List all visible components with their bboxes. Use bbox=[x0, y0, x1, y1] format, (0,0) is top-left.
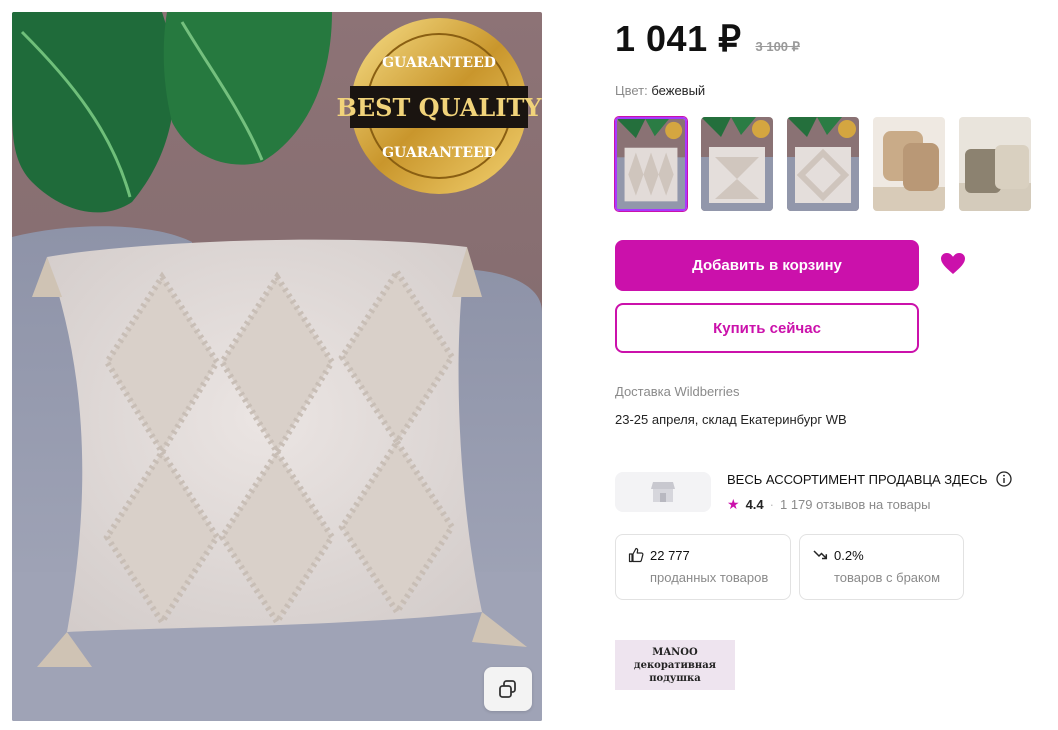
seller-rating-value: 4.4 bbox=[745, 497, 764, 512]
pillow-photo: BEST QUALITY GUARANTEED GUARANTEED bbox=[12, 12, 542, 721]
current-price: 1 041 ₽ bbox=[615, 18, 742, 59]
seller-title: ВЕСЬ АССОРТИМЕНТ ПРОДАВЦА ЗДЕСЬ bbox=[727, 471, 988, 487]
seller-link[interactable]: ВЕСЬ АССОРТИМЕНТ ПРОДАВЦА ЗДЕСЬ bbox=[727, 471, 1012, 487]
svg-text:BEST QUALITY: BEST QUALITY bbox=[337, 93, 542, 122]
brand-line-1: MANOO bbox=[652, 646, 698, 658]
delivery-info: 23-25 апреля, склад Екатеринбург WB bbox=[615, 412, 847, 427]
buy-now-button[interactable]: Купить сейчас bbox=[615, 303, 919, 353]
seller-reviews[interactable]: 1 179 отзывов на товары bbox=[780, 497, 930, 512]
seller-logo[interactable] bbox=[615, 472, 711, 512]
shop-icon bbox=[651, 482, 675, 502]
svg-text:GUARANTEED: GUARANTEED bbox=[382, 145, 496, 161]
trend-down-icon bbox=[813, 550, 828, 560]
product-main-image[interactable]: BEST QUALITY GUARANTEED GUARANTEED bbox=[12, 12, 542, 721]
seller-rating: ★ 4.4 · 1 179 отзывов на товары bbox=[727, 496, 930, 513]
variant-thumbnail-3[interactable] bbox=[787, 117, 859, 211]
color-label: Цвет: bbox=[615, 83, 648, 98]
svg-text:GUARANTEED: GUARANTEED bbox=[382, 55, 496, 71]
variant-thumbnails bbox=[614, 116, 1031, 212]
sold-stat-card: 22 777 проданных товаров bbox=[615, 534, 791, 600]
variant-thumbnail-2[interactable] bbox=[701, 117, 773, 211]
old-price: 3 100 ₽ bbox=[755, 39, 800, 54]
thumbs-up-icon bbox=[628, 547, 644, 563]
delivery-title: Доставка Wildberries bbox=[615, 384, 740, 399]
brand-badge[interactable]: MANOO декоративная подушка bbox=[615, 640, 735, 690]
copy-icon bbox=[499, 680, 516, 698]
price-block: 1 041 ₽ 3 100 ₽ bbox=[615, 18, 800, 60]
info-icon[interactable] bbox=[995, 471, 1012, 487]
variant-thumbnail-1[interactable] bbox=[614, 116, 688, 212]
copy-image-button[interactable] bbox=[484, 667, 532, 711]
color-selection: Цвет: бежевый bbox=[615, 83, 705, 98]
star-icon: ★ bbox=[727, 496, 740, 512]
sold-label: проданных товаров bbox=[650, 570, 769, 585]
defect-stat-card: 0.2% товаров с браком bbox=[799, 534, 964, 600]
defect-rate: 0.2% bbox=[834, 547, 864, 563]
color-value: бежевый bbox=[651, 83, 706, 98]
add-to-favorites-button[interactable] bbox=[940, 252, 966, 276]
brand-line-2: декоративная bbox=[633, 659, 717, 671]
brand-line-3: подушка bbox=[649, 672, 701, 684]
defect-label: товаров с браком bbox=[834, 570, 941, 585]
sold-count: 22 777 bbox=[650, 547, 690, 563]
rating-separator: · bbox=[769, 497, 774, 512]
add-to-cart-button[interactable]: Добавить в корзину bbox=[615, 240, 919, 291]
variant-thumbnail-5[interactable] bbox=[959, 117, 1031, 211]
variant-thumbnail-4[interactable] bbox=[873, 117, 945, 211]
heart-icon bbox=[941, 253, 965, 274]
